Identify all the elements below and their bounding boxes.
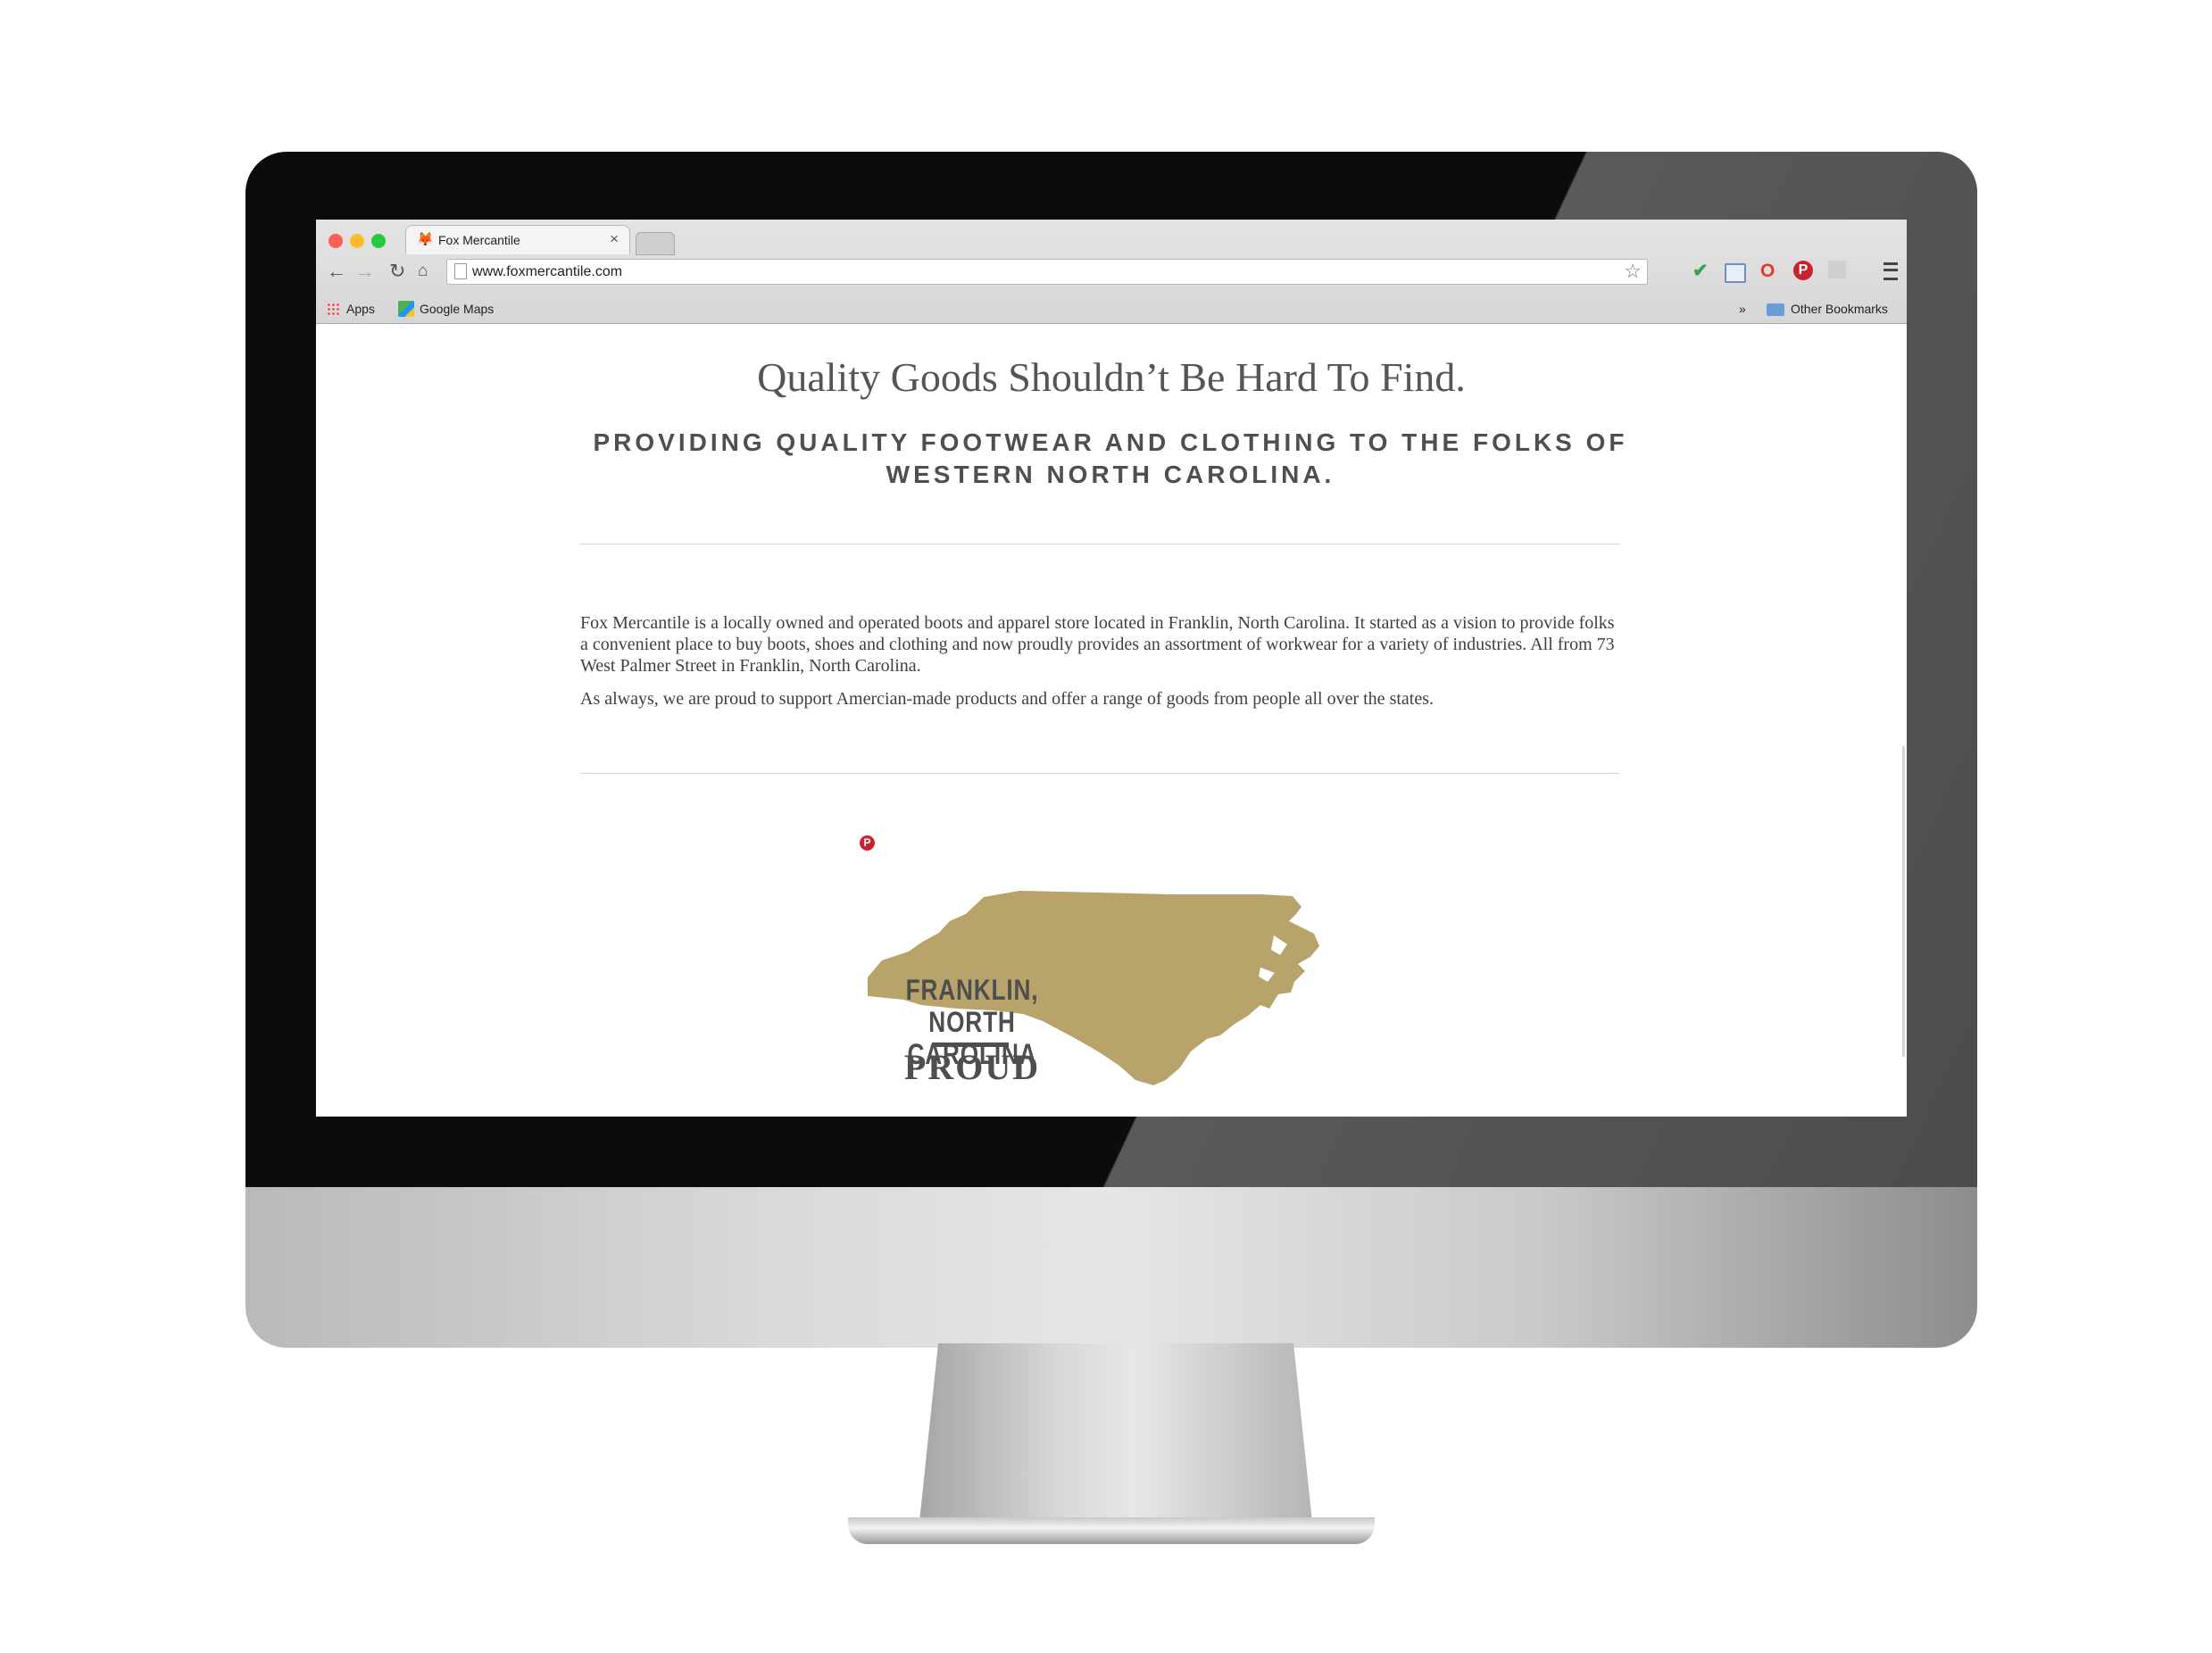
browser-chrome: 🦊 Fox Mercantile × ← → ↻ ⌂ www.foxmercan… [316,220,1907,324]
tab-close-icon[interactable]: × [610,230,619,248]
page-subheadline: PROVIDING QUALITY FOOTWEAR AND CLOTHING … [593,428,1628,488]
page-icon [454,263,467,279]
scrollbar[interactable] [1902,746,1905,1057]
tab-title: Fox Mercantile [438,233,520,247]
monitor-chin [245,1187,1977,1348]
divider-bottom [580,773,1619,774]
home-icon[interactable]: ⌂ [418,262,428,281]
new-tab-button[interactable] [636,232,675,255]
opera-icon[interactable]: O [1760,261,1775,282]
badge-proud-text: PROUD [903,1047,1041,1087]
url-text[interactable]: www.foxmercantile.com [472,264,622,280]
reload-icon[interactable]: ↻ [389,262,405,281]
badge-line-1: FRANKLIN, [905,974,1039,1006]
puzzle-icon[interactable] [1828,261,1846,278]
minimize-window-button[interactable] [350,234,364,248]
google-maps-icon [398,301,414,317]
address-bar[interactable]: www.foxmercantile.com ☆ [446,259,1648,285]
monitor-stand [919,1343,1312,1522]
pinterest-pin-icon[interactable]: P [860,835,875,851]
browser-screen: 🦊 Fox Mercantile × ← → ↻ ⌂ www.foxmercan… [316,220,1907,1117]
menu-icon[interactable] [1884,262,1898,280]
fox-icon: 🦊 [417,232,434,247]
folder-icon [1767,303,1784,316]
forward-icon[interactable]: → [355,262,375,281]
maximize-window-button[interactable] [371,234,386,248]
checkmark-icon[interactable]: ✔ [1692,261,1709,282]
star-icon[interactable]: ☆ [1624,260,1642,283]
bookmark-google-maps[interactable]: Google Maps [420,302,494,316]
page-headline: Quality Goods Shouldn’t Be Hard To Find. [757,354,1466,400]
pinterest-icon[interactable]: P [1793,261,1813,280]
calendar-icon[interactable] [1725,263,1746,283]
bookmark-overflow[interactable]: » [1739,302,1746,316]
close-window-button[interactable] [328,234,343,248]
apps-icon [327,303,340,316]
bookmark-apps[interactable]: Apps [346,302,375,316]
monitor-foot [848,1517,1375,1544]
bookmark-other[interactable]: Other Bookmarks [1791,302,1888,316]
about-paragraph: Fox Mercantile is a locally owned and op… [580,613,1615,676]
back-icon[interactable]: ← [327,262,346,281]
tab-fox-mercantile[interactable]: 🦊 Fox Mercantile × [405,225,630,254]
american-made-paragraph: As always, we are proud to support Amerc… [580,689,1434,709]
